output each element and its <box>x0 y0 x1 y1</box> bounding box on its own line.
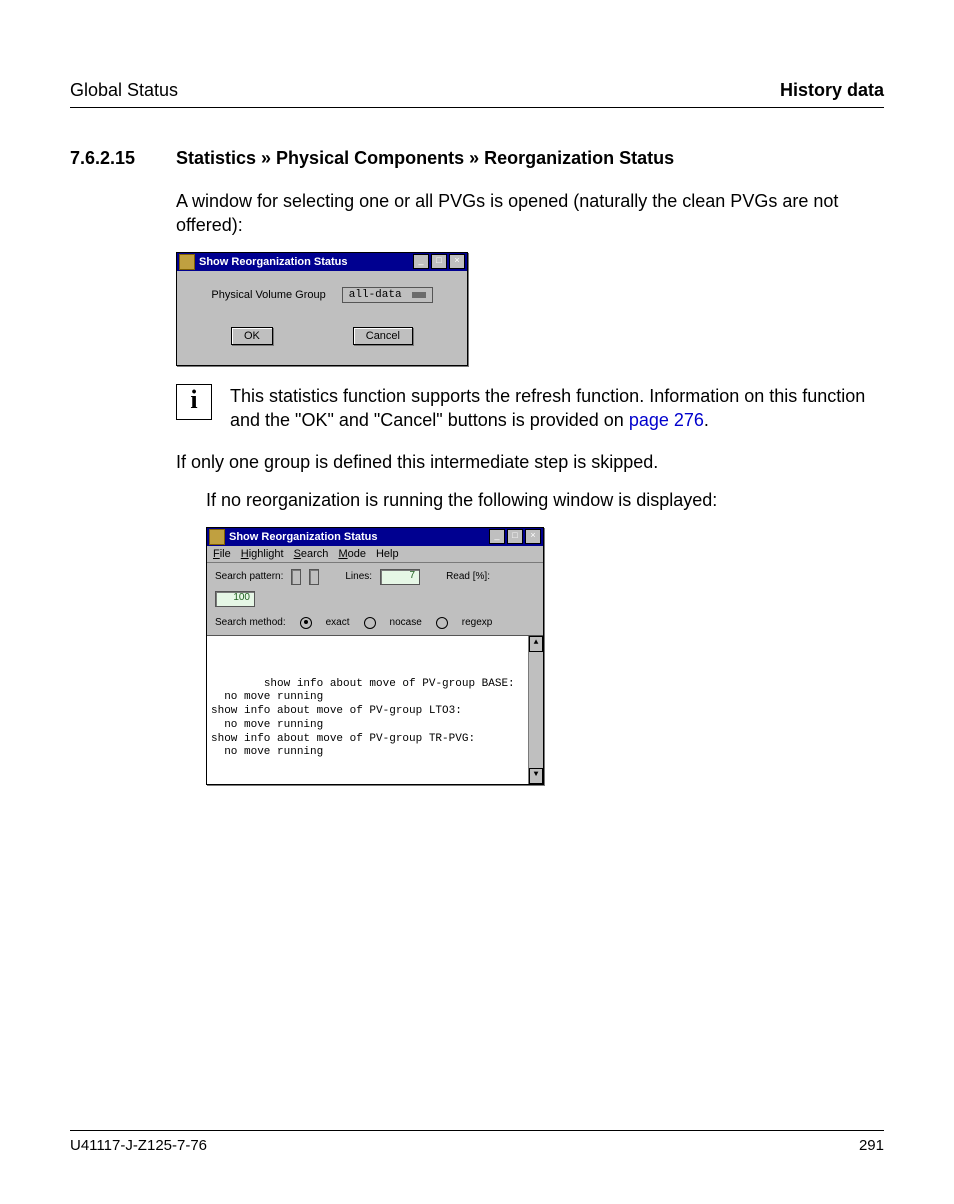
scroll-down-icon[interactable]: ▼ <box>529 768 543 784</box>
paragraph: If only one group is defined this interm… <box>176 450 884 474</box>
app-icon <box>179 254 195 270</box>
menu-mode[interactable]: Mode <box>338 548 366 560</box>
scrollbar[interactable]: ▲ ▼ <box>528 636 543 784</box>
note-text-b: . <box>704 410 709 430</box>
page-footer: U41117-J-Z125-7-76 291 <box>70 1130 884 1154</box>
maximize-icon[interactable]: □ <box>431 254 447 269</box>
radio-nocase[interactable] <box>364 617 376 629</box>
output-text: show info about move of PV-group BASE: n… <box>211 678 515 759</box>
note-text-a: This statistics function supports the re… <box>230 386 865 430</box>
window-title: Show Reorganization Status <box>199 256 411 268</box>
header-left: Global Status <box>70 80 178 101</box>
paragraph: If no reorganization is running the foll… <box>206 488 884 512</box>
close-icon[interactable]: × <box>449 254 465 269</box>
titlebar: Show Reorganization Status _ □ × <box>207 528 543 546</box>
info-icon: i <box>176 384 212 420</box>
running-header: Global Status History data <box>70 80 884 108</box>
menubar: File Highlight Search Mode Help <box>207 546 543 563</box>
lines-input[interactable]: 7 <box>380 569 420 585</box>
page-number: 291 <box>859 1137 884 1154</box>
output-pane: show info about move of PV-group BASE: n… <box>207 635 543 784</box>
section-title: Statistics » Physical Components » Reorg… <box>176 148 674 169</box>
note-text: This statistics function supports the re… <box>230 384 884 433</box>
menu-file[interactable]: File <box>213 548 231 560</box>
doc-id: U41117-J-Z125-7-76 <box>70 1137 207 1154</box>
search-pattern-label: Search pattern: <box>215 571 283 582</box>
ok-button[interactable]: OK <box>231 327 273 345</box>
pvg-dropdown[interactable]: all-data <box>342 287 433 303</box>
read-percent-input[interactable]: 100 <box>215 591 255 607</box>
header-right: History data <box>780 80 884 101</box>
page-link[interactable]: page 276 <box>629 410 704 430</box>
radio-nocase-label: nocase <box>390 617 422 628</box>
dialog-reorg-output: Show Reorganization Status _ □ × File Hi… <box>206 527 544 785</box>
menu-highlight[interactable]: Highlight <box>241 548 284 560</box>
close-icon[interactable]: × <box>525 529 541 544</box>
minimize-icon[interactable]: _ <box>413 254 429 269</box>
cancel-button[interactable]: Cancel <box>353 327 413 345</box>
menu-search[interactable]: Search <box>294 548 329 560</box>
read-label: Read [%]: <box>446 571 490 582</box>
minimize-icon[interactable]: _ <box>489 529 505 544</box>
titlebar: Show Reorganization Status _ □ × <box>177 253 467 271</box>
field-label: Physical Volume Group <box>211 289 325 301</box>
search-toolbar: Search pattern: Lines: 7 Read [%]: 100 S… <box>207 563 543 635</box>
radio-exact-label: exact <box>326 617 350 628</box>
app-icon <box>209 529 225 545</box>
menu-help[interactable]: Help <box>376 548 399 560</box>
info-note: i This statistics function supports the … <box>176 384 884 433</box>
search-prev-button[interactable] <box>291 569 301 585</box>
paragraph: A window for selecting one or all PVGs i… <box>176 189 884 238</box>
chevron-down-icon <box>412 292 426 298</box>
section-number: 7.6.2.15 <box>70 148 176 169</box>
section-heading: 7.6.2.15 Statistics » Physical Component… <box>70 148 884 169</box>
scroll-up-icon[interactable]: ▲ <box>529 636 543 652</box>
radio-regexp[interactable] <box>436 617 448 629</box>
dropdown-value: all-data <box>349 289 402 301</box>
window-title: Show Reorganization Status <box>229 531 487 543</box>
radio-exact[interactable] <box>300 617 312 629</box>
search-method-label: Search method: <box>215 617 286 628</box>
lines-label: Lines: <box>345 571 372 582</box>
radio-regexp-label: regexp <box>462 617 493 628</box>
maximize-icon[interactable]: □ <box>507 529 523 544</box>
dialog-select-pvg: Show Reorganization Status _ □ × Physica… <box>176 252 468 366</box>
search-next-button[interactable] <box>309 569 319 585</box>
